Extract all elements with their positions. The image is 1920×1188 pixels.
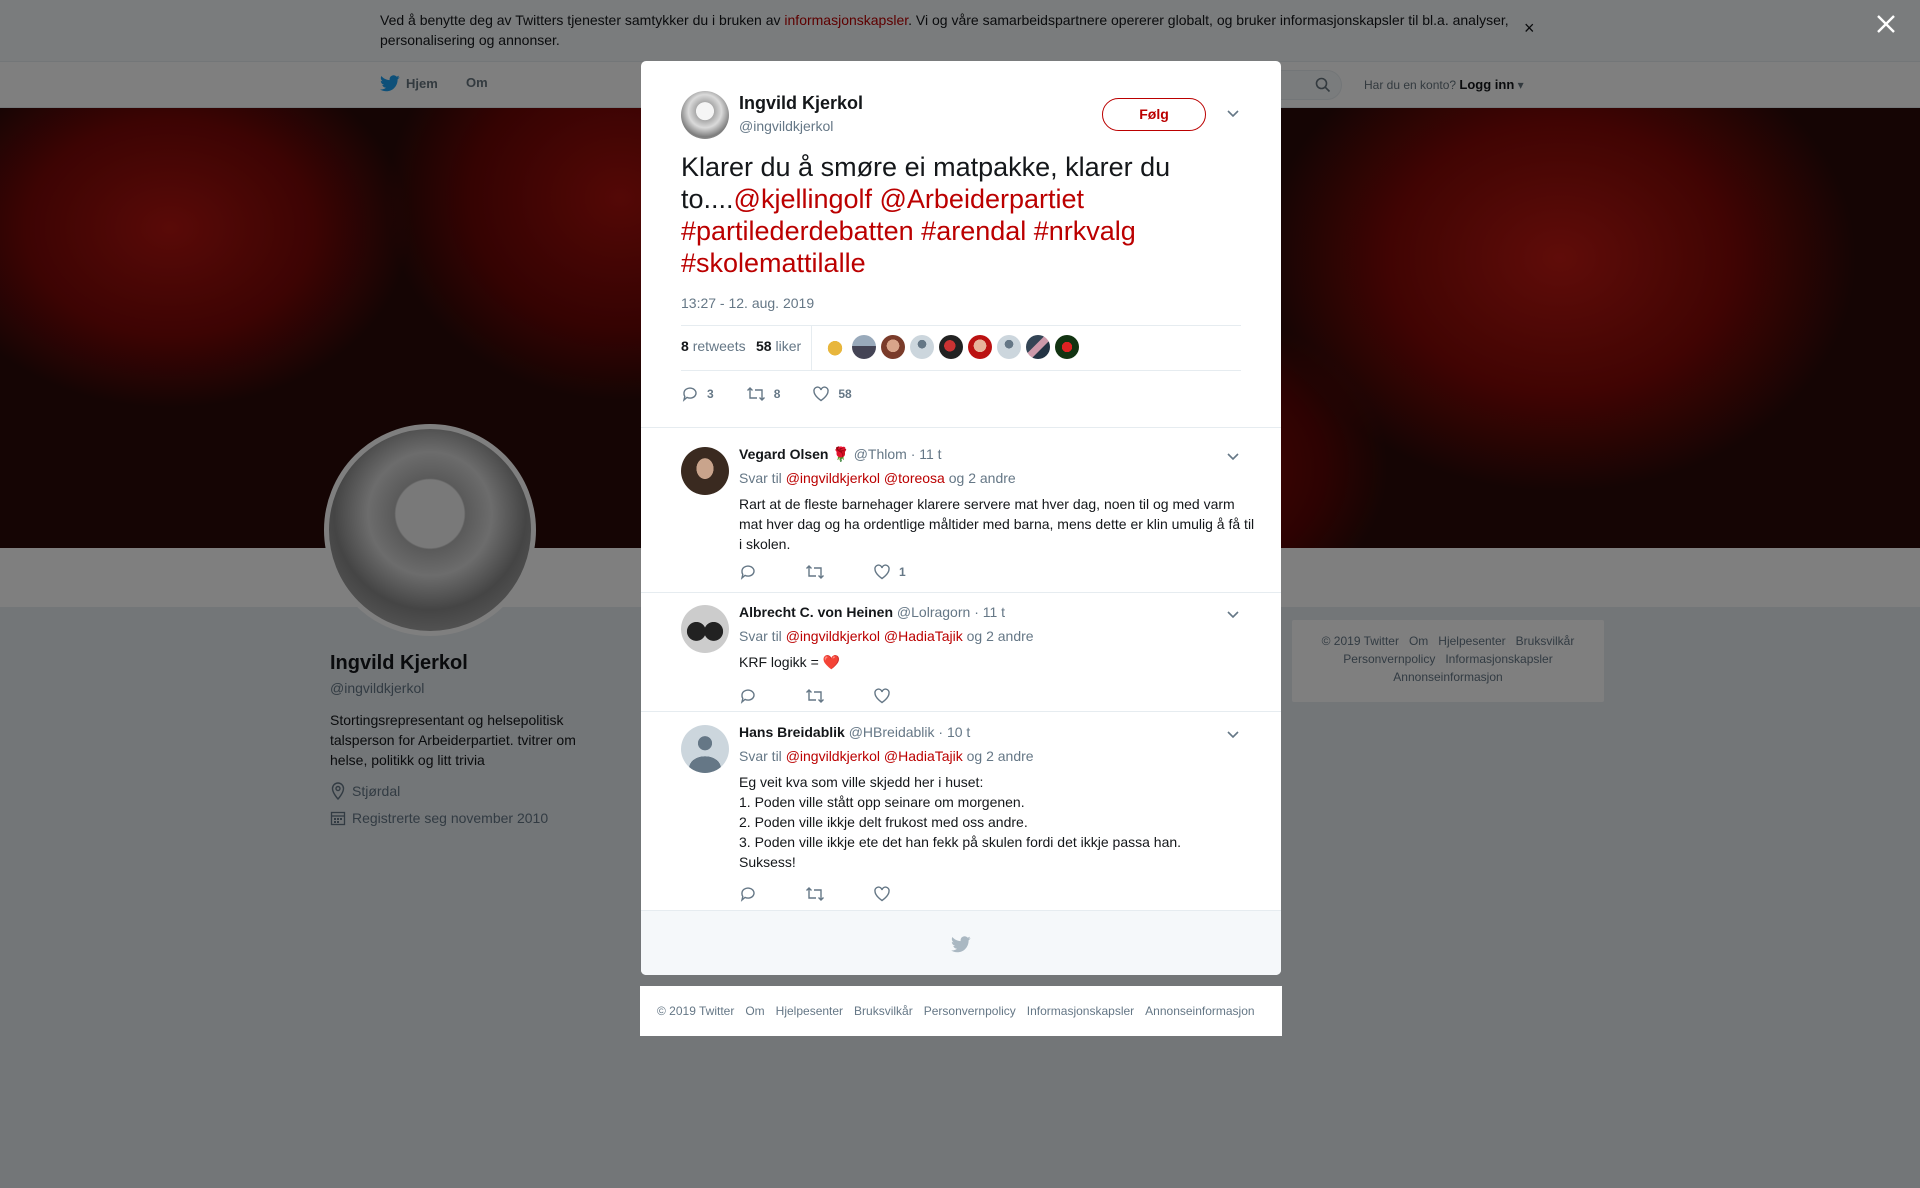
- reply-to: Svar til @ingvildkjerkol @toreosa og 2 a…: [739, 470, 1016, 486]
- stats-divider: [811, 326, 812, 370]
- liker-avatar[interactable]: [968, 335, 992, 359]
- retweet-action[interactable]: [805, 885, 825, 903]
- reply-body: Eg veit kva som ville skjedd her i huset…: [739, 774, 1182, 870]
- chevron-down-icon[interactable]: [1226, 728, 1240, 742]
- divider: [641, 711, 1281, 712]
- reply-avatar[interactable]: [681, 605, 729, 653]
- close-icon[interactable]: [1874, 12, 1898, 36]
- tweet-actions: 3 8 58: [681, 385, 884, 403]
- like-action[interactable]: [873, 885, 891, 903]
- liker-avatar[interactable]: [910, 335, 934, 359]
- reply-time[interactable]: · 11 t: [974, 604, 1005, 620]
- reply-action[interactable]: [739, 563, 757, 581]
- reply-header: Vegard Olsen 🌹 @Thlom · 11 t: [739, 446, 942, 463]
- reply-icon: [682, 387, 697, 402]
- heart-emoji-icon: ❤️: [822, 654, 841, 670]
- tweet-text: Klarer du å smøre ei matpakke, klarer du…: [681, 152, 1171, 278]
- reply-author-handle[interactable]: @Thlom: [854, 446, 907, 462]
- like-action[interactable]: 1: [873, 563, 906, 581]
- reply-icon: [740, 565, 755, 580]
- liker-avatar[interactable]: [997, 335, 1021, 359]
- retweet-action[interactable]: 8: [746, 385, 780, 403]
- reply-time[interactable]: · 11 t: [911, 446, 942, 462]
- reply-icon: [740, 887, 755, 902]
- retweet-stat[interactable]: 8 retweets: [681, 338, 746, 354]
- liker-avatar[interactable]: [939, 335, 963, 359]
- tweet-author-handle[interactable]: @ingvildkjerkol: [739, 118, 833, 134]
- divider: [641, 592, 1281, 593]
- chevron-down-icon[interactable]: [1226, 608, 1240, 622]
- reply-action[interactable]: [739, 885, 757, 903]
- like-stat[interactable]: 58 liker: [756, 338, 801, 354]
- default-avatar[interactable]: [681, 725, 729, 773]
- retweet-icon: [806, 689, 824, 703]
- reply-action[interactable]: [739, 687, 757, 705]
- tweet-stats: 8 retweets 58 liker: [681, 325, 1241, 371]
- retweet-icon: [806, 887, 824, 901]
- retweet-action[interactable]: [805, 563, 825, 581]
- like-action[interactable]: [873, 687, 891, 705]
- retweet-action[interactable]: [805, 687, 825, 705]
- reply-icon: [740, 689, 755, 704]
- retweet-icon: [806, 565, 824, 579]
- reply-action[interactable]: 3: [681, 385, 714, 403]
- divider: [641, 427, 1281, 428]
- reply-author-name[interactable]: Hans Breidablik: [739, 724, 845, 740]
- reply-header: Albrecht C. von Heinen @Lolragorn · 11 t: [739, 604, 1005, 620]
- liker-avatar[interactable]: [1026, 335, 1050, 359]
- heart-icon: [813, 386, 830, 402]
- rose-badge: 🌹: [832, 446, 850, 462]
- reply-body: KRF logikk = ❤️: [739, 654, 841, 670]
- tweet-modal: Ingvild Kjerkol @ingvildkjerkol Følg Kla…: [641, 61, 1281, 975]
- reply-author-handle[interactable]: @HBreidablik: [849, 724, 935, 740]
- heart-icon: [874, 688, 890, 704]
- liker-avatars: [823, 335, 1079, 359]
- reply-avatar[interactable]: [681, 447, 729, 495]
- heart-icon: [874, 886, 890, 902]
- tweet-links[interactable]: @kjellingolf @Arbeiderpartiet #partilede…: [681, 184, 1136, 278]
- tweet-author-avatar[interactable]: [681, 91, 729, 139]
- reply-author-name[interactable]: Albrecht C. von Heinen: [739, 604, 893, 620]
- reply-actions: [739, 687, 939, 705]
- chevron-down-icon[interactable]: [1226, 107, 1240, 121]
- reply-author-handle[interactable]: @Lolragorn: [897, 604, 970, 620]
- twitter-bird-icon: [951, 936, 971, 953]
- reply-actions: [739, 885, 939, 903]
- reply-body: Rart at de fleste barnehager klarere ser…: [739, 496, 1255, 552]
- liker-avatar[interactable]: [823, 335, 847, 359]
- tweet-author-name[interactable]: Ingvild Kjerkol: [739, 93, 863, 114]
- heart-icon: [874, 564, 890, 580]
- like-action[interactable]: 58: [812, 385, 852, 403]
- reply-actions: 1: [739, 563, 954, 581]
- chevron-down-icon[interactable]: [1226, 450, 1240, 464]
- reply-header: Hans Breidablik @HBreidablik · 10 t: [739, 724, 970, 740]
- modal-footer: © 2019 Twitter Om Hjelpesenter Bruksvilk…: [640, 986, 1282, 1036]
- tweet-timestamp[interactable]: 13:27 - 12. aug. 2019: [681, 295, 814, 311]
- liker-avatar[interactable]: [852, 335, 876, 359]
- follow-button[interactable]: Følg: [1102, 98, 1206, 131]
- reply-to: Svar til @ingvildkjerkol @HadiaTajik og …: [739, 748, 1034, 764]
- retweet-icon: [746, 387, 765, 401]
- reply-author-name[interactable]: Vegard Olsen: [739, 446, 828, 462]
- reply-time[interactable]: · 10 t: [938, 724, 970, 740]
- modal-bottom-bar: [641, 910, 1281, 975]
- liker-avatar[interactable]: [881, 335, 905, 359]
- reply-to: Svar til @ingvildkjerkol @HadiaTajik og …: [739, 628, 1034, 644]
- liker-avatar[interactable]: [1055, 335, 1079, 359]
